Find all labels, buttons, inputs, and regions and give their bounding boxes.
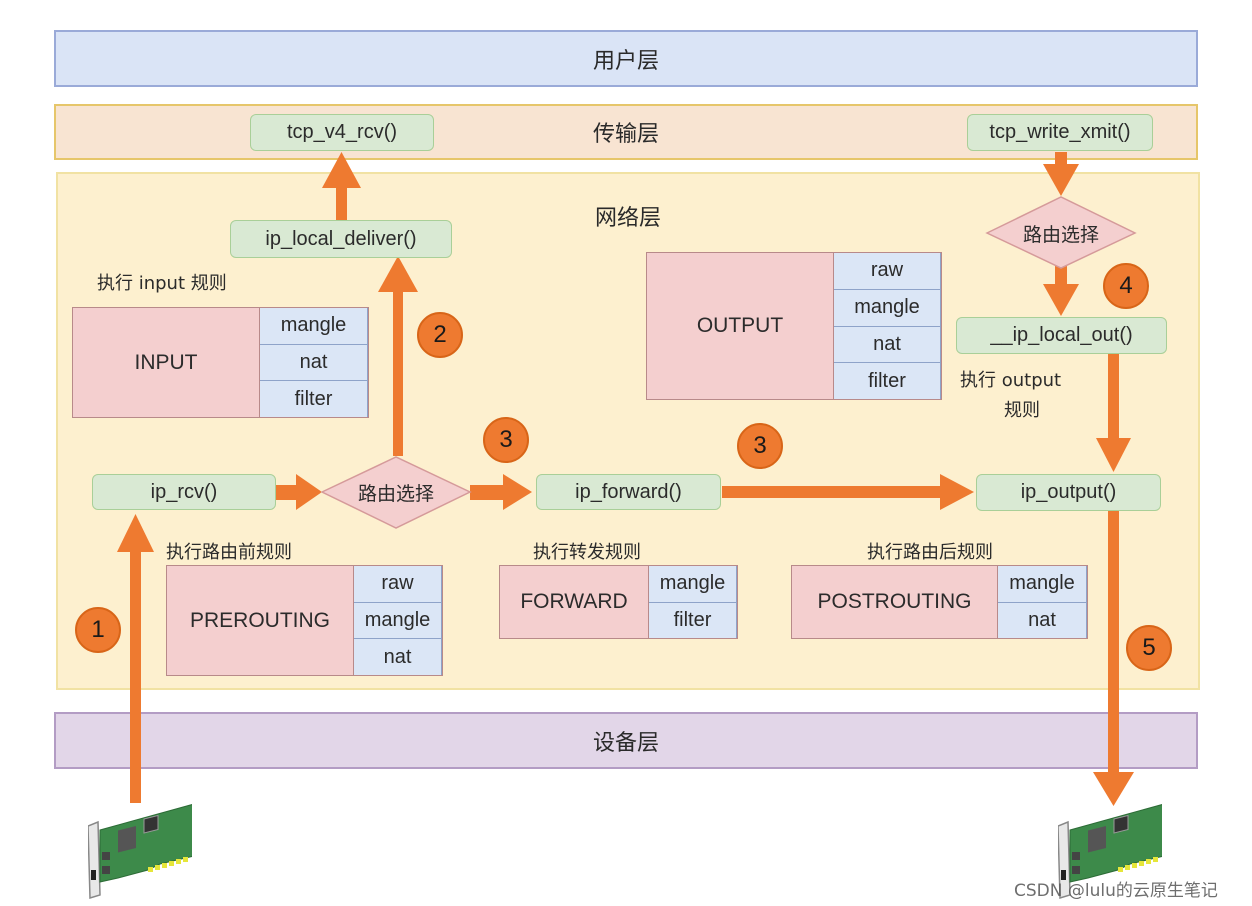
func-ip-output: ip_output() xyxy=(976,474,1161,511)
func-tcp-v4-rcv-label: tcp_v4_rcv() xyxy=(286,121,398,143)
routing-decision-out: 路由选择 xyxy=(987,215,1135,251)
chain-forward-name: FORWARD xyxy=(500,566,649,638)
chain-forward: FORWARD mangle filter xyxy=(499,565,738,639)
func-ip-local-deliver-label: ip_local_deliver() xyxy=(265,227,417,250)
chain-forward-tables: mangle filter xyxy=(649,566,737,638)
table-mangle: mangle xyxy=(834,289,941,327)
caption-input: 执行 input 规则 xyxy=(97,273,227,294)
step-badge-3a: 3 xyxy=(483,417,529,463)
step-badge-1: 1 xyxy=(75,607,121,653)
table-mangle: mangle xyxy=(649,566,737,603)
routing-decision-out-label: 路由选择 xyxy=(1022,223,1099,246)
caption-postrouting: 执行路由后规则 xyxy=(867,542,993,563)
caption-prerouting: 执行路由前规则 xyxy=(166,542,292,563)
arrow-localout-to-output xyxy=(1096,354,1131,472)
table-nat: nat xyxy=(998,602,1087,638)
arrow-routing-to-forward xyxy=(470,474,532,510)
func-ip-local-out-label: __ip_local_out() xyxy=(990,324,1133,346)
chain-postrouting: POSTROUTING mangle nat xyxy=(791,565,1088,639)
step-badge-4: 4 xyxy=(1103,263,1149,309)
chain-output: OUTPUT raw mangle nat filter xyxy=(646,252,942,400)
arrow-deliver-to-tcp xyxy=(322,152,361,220)
chain-postrouting-tables: mangle nat xyxy=(998,566,1087,638)
table-mangle: mangle xyxy=(998,566,1087,603)
func-ip-local-out: __ip_local_out() xyxy=(956,317,1167,354)
table-mangle: mangle xyxy=(260,308,368,345)
arrow-routing-to-localout xyxy=(1043,266,1079,316)
func-ip-local-deliver: ip_local_deliver() xyxy=(230,220,452,258)
caption-output-line1: 执行 output xyxy=(960,370,1062,391)
network-card-icon xyxy=(88,804,192,899)
func-tcp-write-xmit-label: tcp_write_xmit() xyxy=(989,121,1131,143)
arrow-routing-to-deliver xyxy=(378,256,418,456)
func-ip-rcv: ip_rcv() xyxy=(92,474,276,510)
step-badge-5: 5 xyxy=(1126,625,1172,671)
table-filter: filter xyxy=(649,602,737,638)
table-filter: filter xyxy=(260,381,368,418)
arrow-xmit-to-routing xyxy=(1043,152,1079,196)
func-tcp-v4-rcv: tcp_v4_rcv() xyxy=(250,114,434,151)
table-raw: raw xyxy=(834,253,941,290)
table-nat: nat xyxy=(354,639,442,676)
chain-output-tables: raw mangle nat filter xyxy=(834,253,941,399)
func-ip-output-label: ip_output() xyxy=(1020,481,1117,503)
table-raw: raw xyxy=(354,566,442,603)
func-ip-forward-label: ip_forward() xyxy=(575,480,682,503)
chain-prerouting-tables: raw mangle nat xyxy=(354,566,442,676)
chain-output-name: OUTPUT xyxy=(647,253,834,399)
func-ip-forward: ip_forward() xyxy=(536,474,721,510)
caption-output-line2: 规则 xyxy=(1004,400,1040,421)
func-ip-rcv-label: ip_rcv() xyxy=(150,480,218,503)
table-mangle: mangle xyxy=(354,602,442,640)
arrow-nic-to-iprcv xyxy=(117,514,154,803)
table-nat: nat xyxy=(834,326,941,364)
chain-input-tables: mangle nat filter xyxy=(260,308,368,418)
step-badge-2: 2 xyxy=(417,312,463,358)
chain-prerouting: PREROUTING raw mangle nat xyxy=(166,565,443,676)
watermark: CSDN @lulu的云原生笔记 xyxy=(1014,881,1218,901)
caption-forward: 执行转发规则 xyxy=(533,542,641,563)
arrow-forward-to-output xyxy=(722,474,974,510)
arrow-iprcv-to-routing xyxy=(276,474,322,510)
chain-prerouting-name: PREROUTING xyxy=(167,566,354,675)
table-nat: nat xyxy=(260,344,368,382)
routing-decision-in-label: 路由选择 xyxy=(357,482,434,505)
table-filter: filter xyxy=(834,363,941,399)
chain-input: INPUT mangle nat filter xyxy=(72,307,369,418)
step-badge-3b: 3 xyxy=(737,423,783,469)
chain-postrouting-name: POSTROUTING xyxy=(792,566,998,638)
chain-input-name: INPUT xyxy=(73,308,260,417)
func-tcp-write-xmit: tcp_write_xmit() xyxy=(967,114,1153,151)
routing-decision-in: 路由选择 xyxy=(322,474,470,510)
